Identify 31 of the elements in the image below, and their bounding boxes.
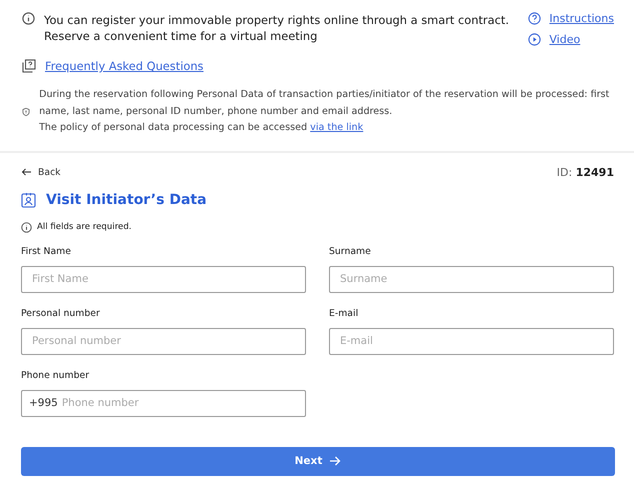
notice-text: You can register your immovable property rights online through a smart contract. Reserve a convenient time for a virtual meeting xyxy=(44,13,509,44)
faq-link[interactable]: Frequently Asked Questions xyxy=(45,59,204,73)
phone-field[interactable]: +995 Phone number xyxy=(21,390,306,416)
policy-link[interactable]: via the link xyxy=(310,122,364,133)
badge-icon xyxy=(21,192,36,208)
required-note: All fields are required. xyxy=(37,222,132,232)
phone-input[interactable]: Phone number xyxy=(62,397,295,409)
help-icon xyxy=(528,12,542,25)
arrow-right-icon xyxy=(329,456,342,466)
next-button[interactable]: Next xyxy=(21,446,615,476)
field-label: Phone number xyxy=(21,370,90,380)
field-label: First Name xyxy=(21,246,72,256)
help-link[interactable]: Video xyxy=(549,33,580,46)
reservation-id: ID: 12491 xyxy=(556,166,614,178)
field-label: E-mail xyxy=(329,308,360,318)
back-button[interactable]: Back xyxy=(21,166,61,178)
input-field[interactable]: Personal number xyxy=(21,328,306,354)
help-link[interactable]: Instructions xyxy=(549,12,614,25)
field-label: Personal number xyxy=(21,308,101,318)
arrow-left-icon xyxy=(21,168,32,176)
input-field[interactable]: Surname xyxy=(329,266,614,292)
input-field[interactable]: E-mail xyxy=(329,328,614,354)
faq-icon xyxy=(22,59,36,73)
play-icon xyxy=(528,33,542,46)
field-label: Surname xyxy=(329,246,372,256)
section-title: Visit Initiator’s Data xyxy=(46,192,207,208)
input-field[interactable]: First Name xyxy=(21,266,306,292)
privacy-notice: During the reservation following Personal Data of transaction parties/initiator of the reservation will be processed: first name, last name, personal ID number, phone number and email address. The policy of personal data processing can be accessed via the link xyxy=(39,88,610,135)
country-code: +995 xyxy=(29,397,58,409)
info-icon xyxy=(22,12,35,25)
info-icon xyxy=(21,222,32,232)
